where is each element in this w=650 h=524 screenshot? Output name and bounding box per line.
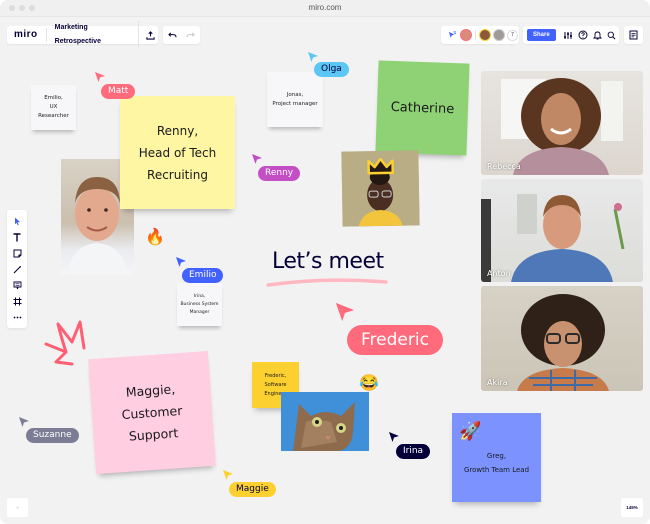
fire-emoji[interactable]: 🔥: [145, 230, 165, 246]
board-panel: miro Marketing Retrospective: [7, 21, 158, 49]
collaborators-panel: 7: [441, 26, 519, 44]
participant-name: Akira: [487, 378, 508, 387]
cursor-arrow-icon: [19, 417, 29, 427]
collaborator-avatar[interactable]: [460, 29, 472, 41]
browser-titlebar: miro.com: [0, 0, 650, 17]
cursor-arrow-icon: [389, 432, 399, 442]
help-icon[interactable]: [575, 27, 590, 43]
collaborator-avatar[interactable]: [479, 29, 491, 41]
video-tile-anton[interactable]: Anton: [481, 179, 643, 282]
redo-icon[interactable]: [183, 27, 199, 43]
sticky-note-catherine[interactable]: Catherine: [375, 60, 470, 156]
url-label: miro.com: [308, 3, 342, 12]
bell-icon[interactable]: [590, 27, 605, 43]
app-window: miro.com miro Marketing Retrospective 7 …: [0, 0, 650, 524]
cursor-label-irina: Irina: [396, 444, 431, 459]
undo-icon[interactable]: [165, 27, 181, 43]
cursor-arrow-icon: [335, 302, 355, 322]
upload-icon[interactable]: [143, 27, 158, 43]
cursor-label-emilio: Emilio: [182, 268, 224, 283]
cursor-arrow-icon: [95, 72, 105, 82]
settings-sliders-icon[interactable]: [561, 27, 576, 43]
photo-woman-crown[interactable]: [341, 150, 420, 227]
board-heading[interactable]: Let’s meet: [272, 249, 384, 274]
undo-redo-panel: [163, 26, 200, 44]
cursor-label-renny: Renny: [258, 166, 301, 181]
crown-icon: [367, 157, 394, 175]
actions-panel: Share: [523, 26, 619, 44]
pen-tool-icon[interactable]: [10, 263, 24, 275]
search-icon[interactable]: [604, 27, 619, 43]
scribble-drawing: [44, 320, 86, 366]
cat-illustration: [281, 392, 369, 451]
participant-name: Anton: [487, 269, 511, 278]
cursor-label-matt: Matt: [101, 84, 136, 99]
creation-toolbar: [7, 210, 27, 328]
miro-logo[interactable]: miro: [7, 28, 47, 42]
cursor-arrow-icon: [223, 470, 233, 480]
cursor-arrow-icon: [252, 154, 262, 164]
video-tile-akira[interactable]: Akira: [481, 286, 643, 391]
rebecca-video-illustration: [501, 78, 623, 175]
collaborator-count-badge[interactable]: 7: [507, 29, 518, 41]
text-tool-icon[interactable]: [10, 231, 24, 243]
zoom-level-button[interactable]: 145%: [621, 498, 643, 517]
participant-name: Rebecca: [487, 162, 521, 171]
notes-icon[interactable]: [626, 27, 642, 43]
cursor-label-maggie: Maggie: [229, 482, 276, 497]
notes-panel: [624, 26, 643, 44]
card-jonas[interactable]: Jonas, Project manager: [267, 72, 323, 127]
rocket-emoji: 🚀: [459, 421, 482, 441]
select-tool-icon[interactable]: [10, 215, 24, 227]
card-irina[interactable]: Irina, Business System Manager: [177, 283, 222, 326]
card-emilio[interactable]: Emilio, UX Researcher: [31, 85, 76, 130]
sticky-note-renny[interactable]: Renny, Head of Tech Recruiting: [120, 96, 235, 209]
akira-video-illustration: [517, 294, 609, 391]
minimap-toggle-button[interactable]: »: [7, 498, 28, 517]
video-tile-rebecca[interactable]: Rebecca: [481, 71, 643, 175]
collaborator-avatar[interactable]: [493, 29, 505, 41]
sticky-note-tool-icon[interactable]: [10, 247, 24, 259]
anton-video-illustration: [481, 194, 625, 282]
board-title[interactable]: Marketing Retrospective: [47, 21, 140, 49]
cursor-label-suzanne: Suzanne: [26, 428, 79, 443]
cursor-follow-icon[interactable]: [446, 27, 458, 43]
cursor-label-olga: Olga: [314, 62, 349, 77]
sticky-note-maggie[interactable]: Maggie, Customer Support: [88, 350, 216, 475]
more-tools-icon[interactable]: [10, 311, 24, 323]
cursor-label-frederic: Frederic: [347, 325, 443, 355]
cursor-arrow-icon: [176, 257, 186, 267]
comment-tool-icon[interactable]: [10, 279, 24, 291]
share-button[interactable]: Share: [527, 29, 556, 41]
frame-tool-icon[interactable]: [10, 295, 24, 307]
divider: [475, 30, 476, 40]
cursor-arrow-icon: [308, 52, 318, 62]
photo-cat[interactable]: [281, 392, 369, 451]
laugh-emoji[interactable]: 😂: [359, 376, 379, 392]
underline-stroke: [266, 278, 388, 287]
